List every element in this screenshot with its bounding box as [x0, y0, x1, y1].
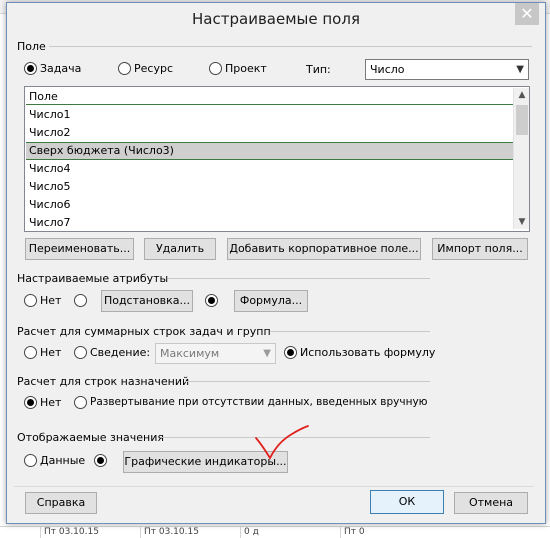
scrollbar-thumb[interactable] — [516, 105, 528, 135]
chevron-down-icon: ▼ — [263, 348, 271, 359]
ok-button[interactable]: ОК — [370, 490, 444, 514]
background-cell-duration: 0 д — [240, 527, 300, 538]
radio-assignment-none-label[interactable]: Нет — [40, 396, 61, 409]
custom-attributes-divider — [168, 278, 430, 279]
list-item[interactable]: Число4 — [26, 160, 513, 178]
field-section-label: Поле — [17, 40, 46, 53]
list-item[interactable]: Число5 — [26, 178, 513, 196]
list-item[interactable]: Число1 — [26, 106, 513, 124]
radio-summary-none-label[interactable]: Нет — [40, 346, 61, 359]
cancel-button[interactable]: Отмена — [454, 492, 528, 514]
scroll-up-icon[interactable]: ▲ — [514, 88, 530, 102]
list-item[interactable]: Число6 — [26, 196, 513, 214]
radio-display-data-label[interactable]: Данные — [40, 454, 85, 467]
radio-attributes-none[interactable] — [24, 294, 37, 307]
dialog-titlebar: Настраиваемые поля ✕ — [7, 3, 545, 33]
background-cell-finish: Пт 03.10.15 — [140, 527, 235, 538]
rollup-select: Максимум ▼ — [155, 343, 276, 364]
close-button[interactable]: ✕ — [515, 3, 539, 25]
field-list-scrollbar[interactable]: ▲ ▼ — [513, 88, 529, 229]
help-button[interactable]: Справка — [25, 492, 97, 514]
type-label: Тип: — [306, 63, 331, 76]
close-icon: ✕ — [520, 4, 534, 23]
footer-divider — [14, 486, 534, 487]
radio-task[interactable] — [24, 62, 37, 75]
rollup-select-value: Максимум — [160, 347, 220, 360]
radio-summary-use-formula[interactable] — [284, 346, 297, 359]
background-cell-extra: Пт 0 — [340, 527, 380, 538]
radio-assignment-rollout-label[interactable]: Развертывание при отсутствии данных, вве… — [90, 396, 428, 408]
radio-attributes-lookup[interactable] — [74, 294, 87, 307]
dialog-title: Настраиваемые поля — [192, 10, 360, 28]
list-item[interactable]: Число2 — [26, 124, 513, 142]
type-select[interactable]: Число ▼ — [365, 59, 529, 80]
scroll-down-icon[interactable]: ▼ — [514, 215, 530, 229]
radio-summary-none[interactable] — [24, 346, 37, 359]
import-field-button[interactable]: Импорт поля... — [432, 238, 528, 260]
radio-attributes-none-label[interactable]: Нет — [40, 294, 61, 307]
field-section-divider — [49, 46, 532, 47]
radio-display-indicators[interactable] — [94, 454, 107, 467]
list-item[interactable]: Число7 — [26, 214, 513, 227]
field-list-header: Поле — [26, 88, 513, 105]
field-list[interactable]: Поле Число1 Число2 Сверх бюджета (Число3… — [24, 86, 530, 232]
assignment-rows-divider — [185, 381, 430, 382]
lookup-button[interactable]: Подстановка... — [101, 290, 193, 312]
radio-assignment-rollout[interactable] — [74, 396, 87, 409]
radio-attributes-formula[interactable] — [205, 294, 218, 307]
chevron-down-icon: ▼ — [516, 64, 524, 75]
radio-summary-rollup[interactable] — [74, 346, 87, 359]
summary-rows-label: Расчет для суммарных строк задач и групп — [17, 325, 271, 338]
radio-display-data[interactable] — [24, 454, 37, 467]
formula-button[interactable]: Формула... — [234, 290, 308, 312]
type-select-value: Число — [370, 63, 405, 76]
radio-project-label[interactable]: Проект — [225, 62, 267, 75]
custom-attributes-label: Настраиваемые атрибуты — [17, 272, 169, 285]
radio-project[interactable] — [209, 62, 222, 75]
radio-resource-label[interactable]: Ресурс — [134, 62, 173, 75]
radio-summary-rollup-label[interactable]: Сведение: — [90, 346, 150, 359]
red-checkmark-annotation-icon — [255, 425, 309, 460]
radio-assignment-none[interactable] — [24, 396, 37, 409]
add-enterprise-field-button[interactable]: Добавить корпоративное поле... — [227, 238, 421, 260]
rename-button[interactable]: Переименовать... — [25, 238, 134, 260]
assignment-rows-label: Расчет для строк назначений — [17, 375, 190, 388]
summary-rows-divider — [270, 331, 430, 332]
radio-summary-use-formula-label[interactable]: Использовать формулу — [300, 346, 435, 359]
background-cell-start: Пт 03.10.15 — [40, 527, 130, 538]
list-item-selected[interactable]: Сверх бюджета (Число3) — [26, 142, 513, 160]
radio-task-label[interactable]: Задача — [40, 62, 81, 75]
delete-button[interactable]: Удалить — [144, 238, 216, 260]
display-values-label: Отображаемые значения — [17, 431, 164, 444]
radio-resource[interactable] — [118, 62, 131, 75]
